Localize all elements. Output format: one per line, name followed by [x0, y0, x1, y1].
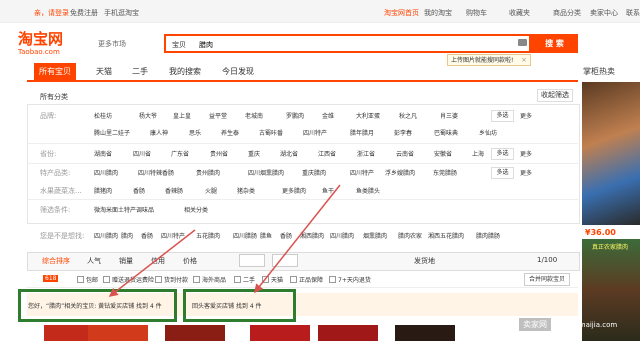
- annotation-arrows: [108, 184, 341, 297]
- watermark: 卖家网: [519, 318, 551, 331]
- hot-product-price: ¥36.00: [585, 228, 616, 237]
- hot-product-image[interactable]: [582, 82, 640, 225]
- hot-sale-header: 掌柜热卖: [583, 67, 615, 76]
- product-thumbnail[interactable]: [165, 325, 225, 341]
- product-thumbnail[interactable]: [318, 325, 378, 341]
- watermark-url: www.maijia.com: [560, 321, 618, 329]
- product-thumbnail[interactable]: [395, 325, 455, 341]
- arrow-left: [108, 229, 196, 297]
- product-thumbnail[interactable]: [88, 325, 148, 341]
- arrow-right: [254, 184, 341, 294]
- product-thumbnail[interactable]: [250, 325, 310, 341]
- hot-product-label: 真正农家腊肉: [592, 244, 629, 251]
